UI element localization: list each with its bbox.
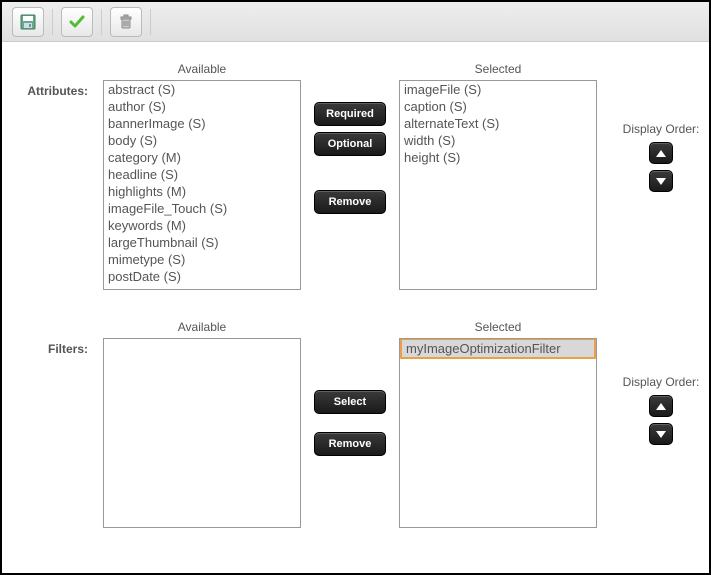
attributes-order-column: Display Order: bbox=[606, 62, 711, 198]
toolbar bbox=[2, 2, 709, 42]
filters-available-column: Available bbox=[102, 320, 302, 528]
list-item[interactable]: highlights (M) bbox=[104, 183, 300, 200]
arrow-up-icon bbox=[656, 150, 666, 157]
filters-order-column: Display Order: bbox=[606, 320, 711, 451]
arrow-down-icon bbox=[656, 431, 666, 438]
list-item[interactable]: alternateText (S) bbox=[400, 115, 596, 132]
filters-available-listbox[interactable] bbox=[103, 338, 301, 528]
filters-label: Filters: bbox=[14, 320, 94, 356]
required-button[interactable]: Required bbox=[314, 102, 386, 126]
list-item[interactable]: largeThumbnail (S) bbox=[104, 234, 300, 251]
filters-section: Filters: Available Select Remove Selecte… bbox=[14, 320, 697, 528]
list-item[interactable]: width (S) bbox=[400, 132, 596, 149]
selected-header: Selected bbox=[475, 320, 522, 334]
delete-button[interactable] bbox=[110, 7, 142, 37]
list-item[interactable]: author (S) bbox=[104, 98, 300, 115]
optional-button[interactable]: Optional bbox=[314, 132, 386, 156]
floppy-disk-icon bbox=[20, 14, 36, 30]
filters-selected-column: Selected myImageOptimizationFilter bbox=[398, 320, 598, 528]
list-item[interactable]: keywords (M) bbox=[104, 217, 300, 234]
attributes-selected-column: Selected imageFile (S)caption (S)alterna… bbox=[398, 62, 598, 290]
checkmark-icon bbox=[68, 13, 86, 31]
list-item[interactable]: bannerImage (S) bbox=[104, 115, 300, 132]
list-item[interactable]: category (M) bbox=[104, 149, 300, 166]
arrow-down-icon bbox=[656, 178, 666, 185]
toolbar-separator bbox=[150, 9, 151, 35]
remove-button[interactable]: Remove bbox=[314, 432, 386, 456]
app-frame: Attributes: Available abstract (S)author… bbox=[0, 0, 711, 575]
toolbar-separator bbox=[101, 9, 102, 35]
confirm-button[interactable] bbox=[61, 7, 93, 37]
filters-button-column: Select Remove bbox=[310, 320, 390, 456]
attributes-available-listbox[interactable]: abstract (S)author (S)bannerImage (S)bod… bbox=[103, 80, 301, 290]
available-header: Available bbox=[178, 320, 226, 334]
list-item[interactable]: mimetype (S) bbox=[104, 251, 300, 268]
toolbar-separator bbox=[52, 9, 53, 35]
list-item[interactable]: postDate (S) bbox=[104, 268, 300, 285]
content-area: Attributes: Available abstract (S)author… bbox=[2, 42, 709, 568]
remove-button[interactable]: Remove bbox=[314, 190, 386, 214]
list-item[interactable]: myImageOptimizationFilter bbox=[400, 338, 596, 359]
attributes-section: Attributes: Available abstract (S)author… bbox=[14, 62, 697, 290]
filters-selected-listbox[interactable]: myImageOptimizationFilter bbox=[399, 338, 597, 528]
attributes-button-column: Required Optional Remove bbox=[310, 62, 390, 214]
list-item[interactable]: abstract (S) bbox=[104, 81, 300, 98]
arrow-up-icon bbox=[656, 403, 666, 410]
list-item[interactable]: headline (S) bbox=[104, 166, 300, 183]
attributes-selected-listbox[interactable]: imageFile (S)caption (S)alternateText (S… bbox=[399, 80, 597, 290]
select-button[interactable]: Select bbox=[314, 390, 386, 414]
display-order-label: Display Order: bbox=[623, 375, 700, 389]
selected-header: Selected bbox=[475, 62, 522, 76]
list-item[interactable]: imageFile_Touch (S) bbox=[104, 200, 300, 217]
move-up-button[interactable] bbox=[649, 395, 673, 417]
attributes-label: Attributes: bbox=[14, 62, 94, 98]
move-down-button[interactable] bbox=[649, 170, 673, 192]
available-header: Available bbox=[178, 62, 226, 76]
save-button[interactable] bbox=[12, 7, 44, 37]
attributes-available-column: Available abstract (S)author (S)bannerIm… bbox=[102, 62, 302, 290]
display-order-label: Display Order: bbox=[623, 122, 700, 136]
move-up-button[interactable] bbox=[649, 142, 673, 164]
trash-icon bbox=[118, 14, 134, 30]
list-item[interactable]: height (S) bbox=[400, 149, 596, 166]
move-down-button[interactable] bbox=[649, 423, 673, 445]
list-item[interactable]: body (S) bbox=[104, 132, 300, 149]
list-item[interactable]: caption (S) bbox=[400, 98, 596, 115]
list-item[interactable]: imageFile (S) bbox=[400, 81, 596, 98]
